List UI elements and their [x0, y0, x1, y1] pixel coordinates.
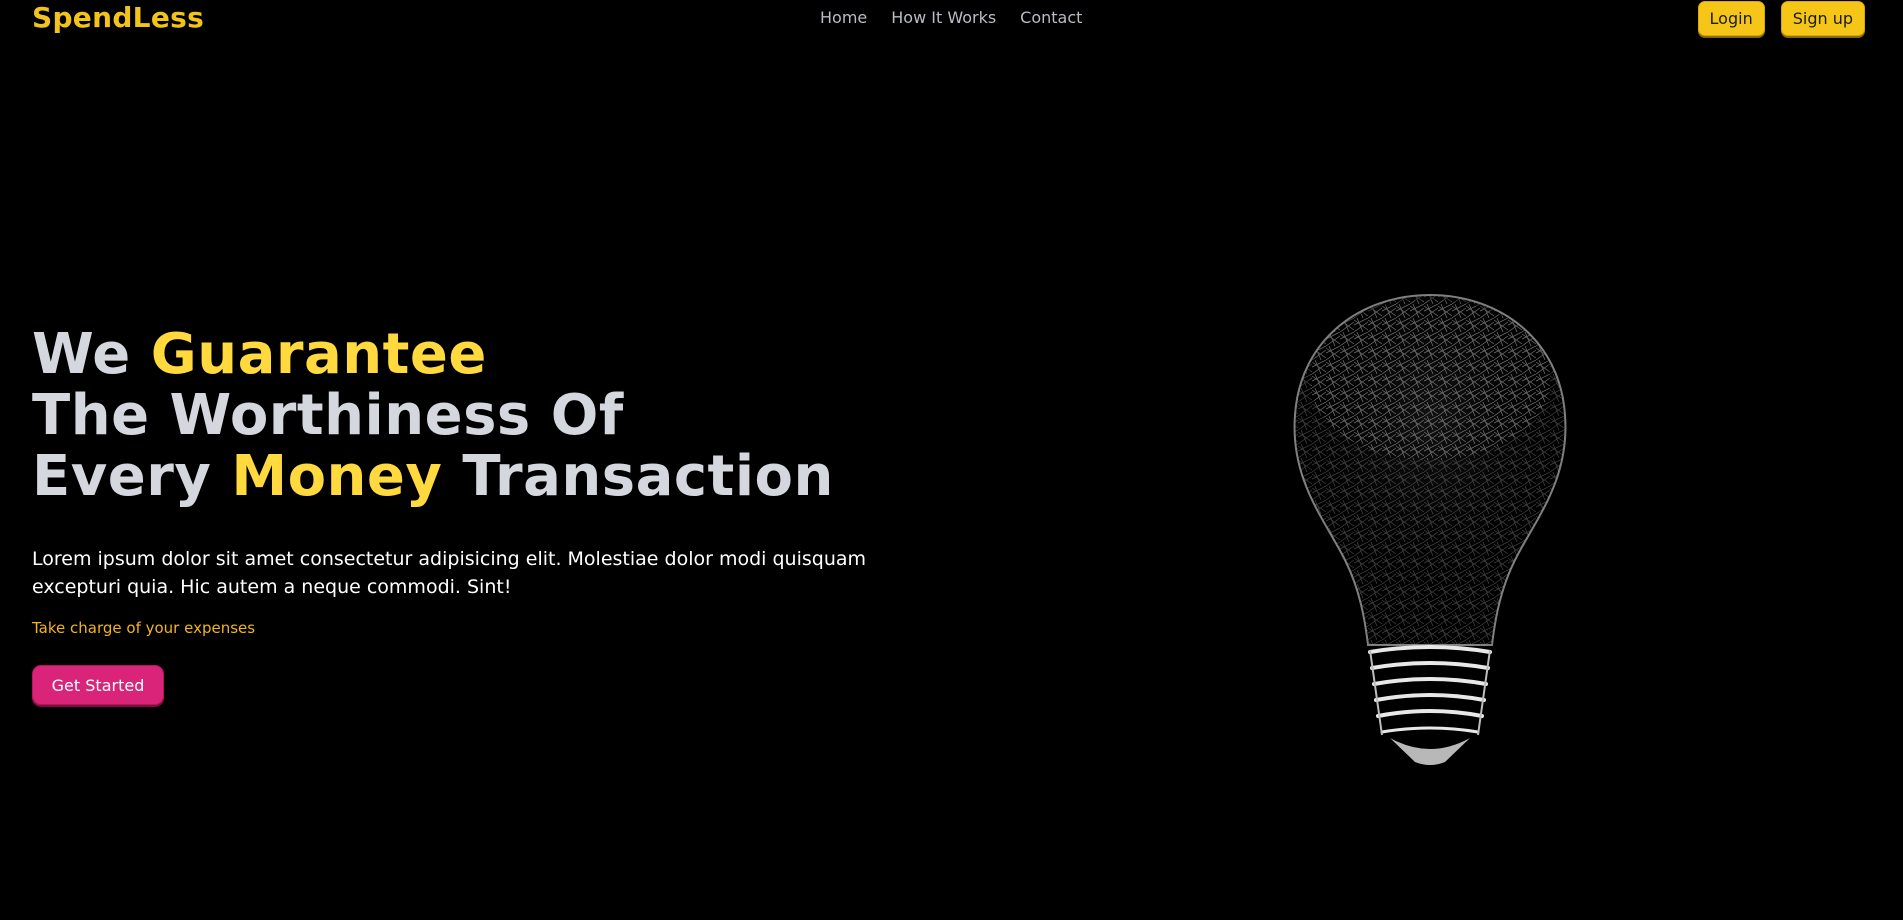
- auth-buttons: Login Sign up: [1697, 1, 1865, 36]
- signup-button[interactable]: Sign up: [1780, 1, 1865, 36]
- hero-title-transaction: Transaction: [442, 444, 834, 509]
- hero-title-line2: The Worthiness Of: [32, 383, 624, 448]
- nav-link-how-it-works[interactable]: How It Works: [891, 8, 996, 28]
- hero-title: We Guarantee The Worthiness Of Every Mon…: [32, 324, 834, 507]
- landing-page: SpendLess Home How It Works Contact Logi…: [0, 0, 1903, 920]
- hero-title-money: Money: [231, 444, 443, 509]
- hero-title-guarantee: Guarantee: [150, 322, 487, 387]
- hero-title-we: We: [32, 322, 151, 387]
- top-navbar: SpendLess Home How It Works Contact Logi…: [0, 0, 1903, 36]
- login-button[interactable]: Login: [1697, 1, 1765, 36]
- main-nav: Home How It Works Contact: [820, 8, 1082, 28]
- lightbulb-icon: [1293, 293, 1567, 765]
- nav-link-contact[interactable]: Contact: [1020, 8, 1082, 28]
- hero-description: Lorem ipsum dolor sit amet consectetur a…: [32, 548, 867, 598]
- brand-logo[interactable]: SpendLess: [32, 2, 204, 34]
- hero-title-every: Every: [32, 444, 232, 509]
- get-started-button[interactable]: Get Started: [32, 665, 164, 705]
- nav-link-home[interactable]: Home: [820, 8, 867, 28]
- hero-tagline: Take charge of your expenses: [32, 619, 256, 637]
